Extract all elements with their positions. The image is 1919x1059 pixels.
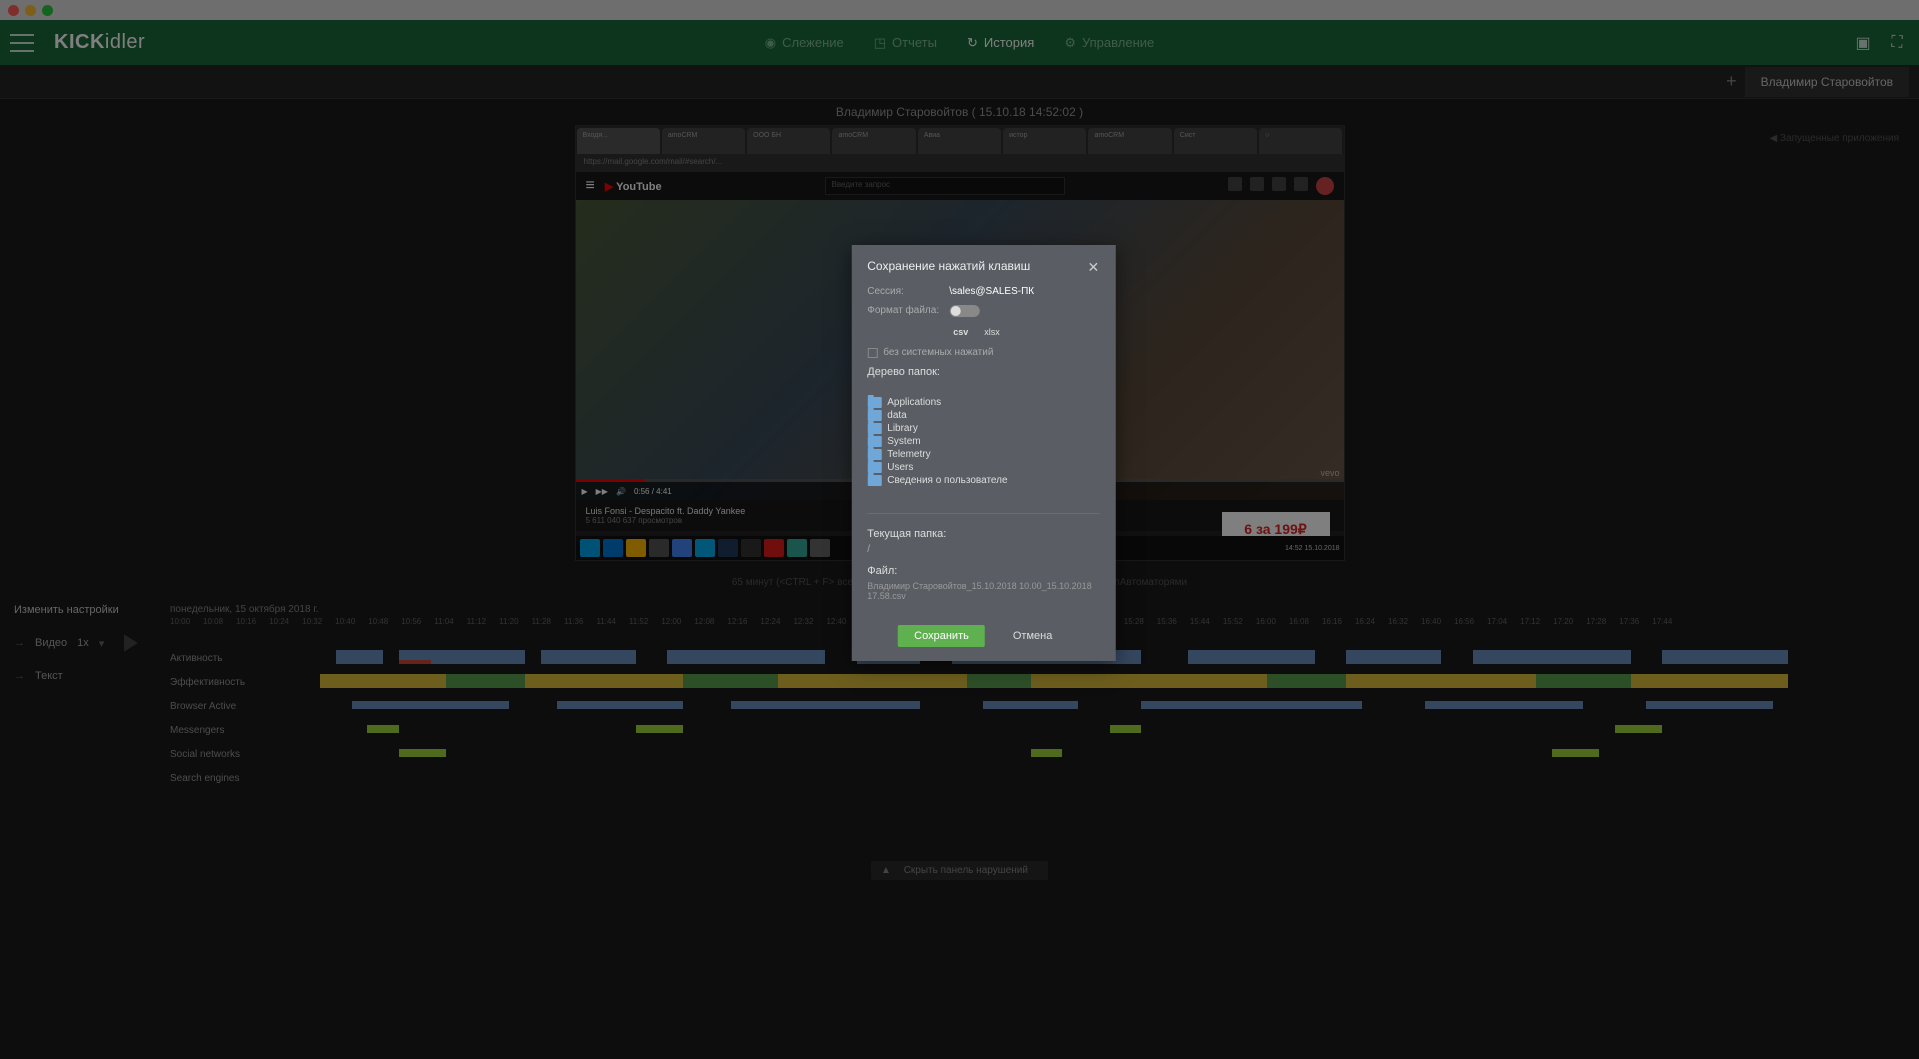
tree-item[interactable]: Applications — [867, 396, 1099, 409]
cancel-button[interactable]: Отмена — [997, 625, 1068, 647]
format-csv[interactable]: csv — [949, 325, 972, 339]
folder-tree: ApplicationsdataLibrarySystemTelemetryUs… — [867, 388, 1099, 495]
current-folder-value: / — [867, 544, 1099, 555]
tree-item[interactable]: data — [867, 409, 1099, 422]
tree-item[interactable]: Telemetry — [867, 448, 1099, 461]
file-label: Файл: — [867, 565, 1099, 577]
close-icon[interactable]: ✕ — [1088, 259, 1100, 276]
save-button[interactable]: Сохранить — [898, 625, 985, 647]
tree-item[interactable]: Library — [867, 422, 1099, 435]
folder-icon — [867, 410, 881, 421]
current-folder-label: Текущая папка: — [867, 513, 1099, 540]
save-keystrokes-modal: Сохранение нажатий клавиш ✕ Сессия: \sal… — [851, 245, 1115, 661]
tree-item[interactable]: Users — [867, 461, 1099, 474]
modal-title: Сохранение нажатий клавиш — [867, 259, 1030, 276]
session-value: \sales@SALES-ПК — [949, 286, 1034, 297]
session-label: Сессия: — [867, 286, 939, 297]
folder-icon — [867, 436, 881, 447]
format-xlsx[interactable]: xlsx — [980, 325, 1004, 339]
format-toggle[interactable] — [949, 305, 979, 317]
no-sys-checkbox[interactable] — [867, 348, 877, 358]
no-sys-label: без системных нажатий — [883, 347, 993, 358]
tree-item[interactable]: System — [867, 435, 1099, 448]
file-value: Владимир Старовойтов_15.10.2018 10.00_15… — [867, 581, 1099, 601]
tree-label: Дерево папок: — [867, 366, 1099, 378]
folder-icon — [867, 475, 881, 486]
tree-item[interactable]: Сведения о пользователе — [867, 474, 1099, 487]
folder-icon — [867, 462, 881, 473]
format-label: Формат файла: — [867, 305, 939, 317]
folder-icon — [867, 449, 881, 460]
folder-icon — [867, 423, 881, 434]
folder-icon — [867, 397, 881, 408]
